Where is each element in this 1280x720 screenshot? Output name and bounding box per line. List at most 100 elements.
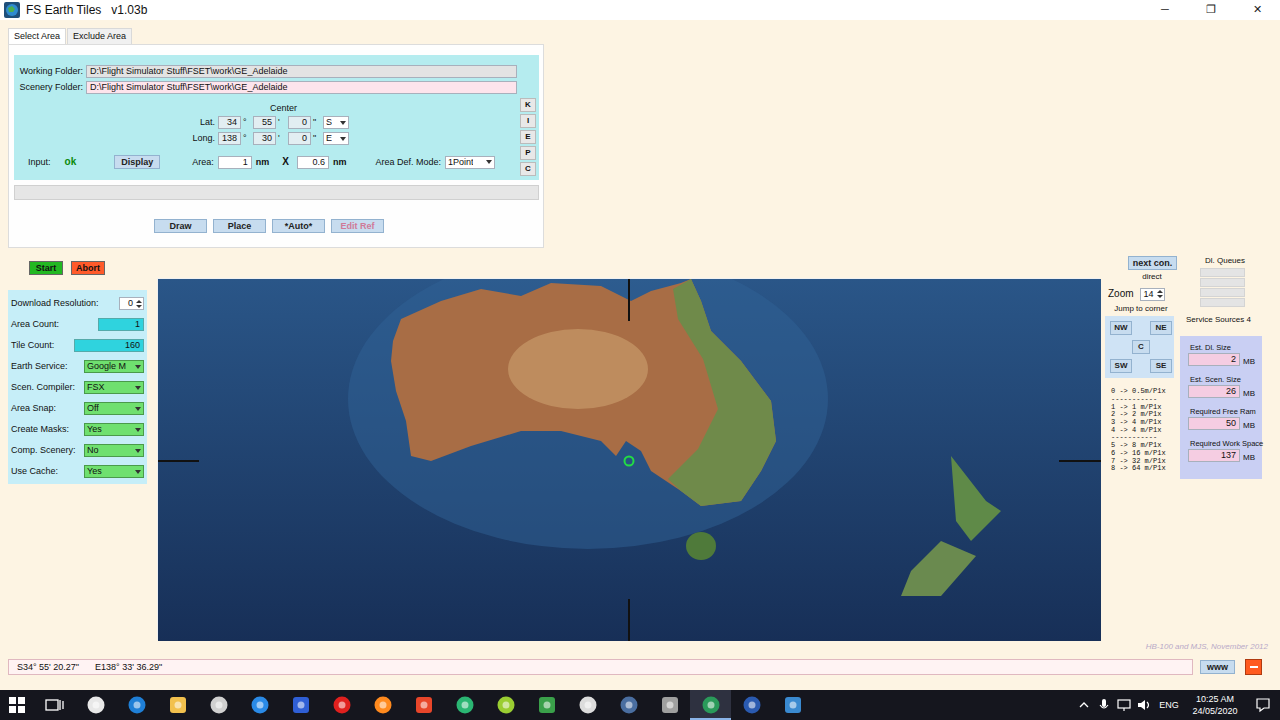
area-width-field[interactable]: 1 — [218, 156, 252, 169]
taskbar-app[interactable] — [608, 690, 649, 720]
taskbar-app[interactable] — [157, 690, 198, 720]
setting-select[interactable]: Yes — [84, 423, 144, 436]
up-arrow-icon[interactable] — [136, 300, 142, 303]
tray-item[interactable] — [1094, 690, 1114, 720]
taskbar-app[interactable] — [444, 690, 485, 720]
app-icon[interactable] — [578, 695, 598, 715]
tray-item[interactable] — [1074, 690, 1094, 720]
letter-button[interactable]: I — [520, 114, 536, 128]
folder-field[interactable]: D:\Flight Simulator Stuff\FSET\work\GE_A… — [86, 65, 517, 78]
letter-button[interactable]: E — [520, 130, 536, 144]
app-icon[interactable] — [455, 695, 475, 715]
run-button[interactable]: Start — [29, 261, 63, 275]
setting-select[interactable]: No — [84, 444, 144, 457]
corner-button[interactable]: SW — [1110, 359, 1132, 373]
count-field[interactable]: 160 — [74, 339, 144, 352]
minimize-button[interactable]: ─ — [1142, 0, 1188, 20]
hemisphere-select[interactable]: E — [323, 132, 349, 145]
letter-button[interactable]: K — [520, 98, 536, 112]
app-icon[interactable] — [127, 695, 147, 715]
sec-field[interactable]: 0 — [288, 116, 311, 129]
dropdown-arrow-icon[interactable] — [135, 449, 141, 453]
taskbar-app[interactable] — [280, 690, 321, 720]
setting-select[interactable]: Off — [84, 402, 144, 415]
deg-field[interactable]: 138 — [218, 132, 241, 145]
dropdown-arrow-icon[interactable] — [135, 407, 141, 411]
dropdown-arrow-icon[interactable] — [135, 428, 141, 432]
estimate-field[interactable]: 2 — [1188, 353, 1240, 366]
taskbar-app[interactable] — [116, 690, 157, 720]
corner-button[interactable]: NE — [1150, 321, 1172, 335]
notification-icon[interactable] — [1255, 697, 1271, 713]
setting-select[interactable]: FSX — [84, 381, 144, 394]
action-button[interactable]: *Auto* — [272, 219, 325, 233]
app-icon[interactable] — [414, 695, 434, 715]
zoom-spinner[interactable]: 14 — [1140, 288, 1165, 301]
app-icon[interactable] — [496, 695, 516, 715]
satellite-map-icon[interactable] — [158, 279, 1101, 641]
app-icon[interactable] — [332, 695, 352, 715]
app-icon[interactable] — [291, 695, 311, 715]
dropdown-arrow-icon[interactable] — [135, 386, 141, 390]
estimate-field[interactable]: 50 — [1188, 417, 1240, 430]
next-connection-button[interactable]: next con. — [1128, 256, 1177, 270]
spinner-arrows-icon[interactable] — [135, 300, 143, 308]
volume-icon[interactable] — [1136, 698, 1152, 712]
start-button[interactable] — [0, 690, 34, 720]
deg-field[interactable]: 34 — [218, 116, 241, 129]
min-field[interactable]: 30 — [253, 132, 276, 145]
spinner-arrows-icon[interactable] — [1156, 290, 1164, 298]
app-icon[interactable] — [660, 695, 680, 715]
minimize-panel-button[interactable] — [1245, 659, 1262, 675]
task-view-button[interactable] — [34, 690, 75, 720]
app-icon[interactable] — [209, 695, 229, 715]
taskbar-app[interactable] — [75, 690, 116, 720]
maximize-button[interactable]: ❐ — [1188, 0, 1234, 20]
min-field[interactable]: 55 — [253, 116, 276, 129]
taskbar-app[interactable] — [567, 690, 608, 720]
area-def-mode-select[interactable]: 1Point — [445, 156, 495, 169]
run-button[interactable]: Abort — [71, 261, 105, 275]
task-view-icon[interactable] — [45, 697, 65, 713]
app-icon[interactable] — [168, 695, 188, 715]
taskbar-app[interactable] — [239, 690, 280, 720]
app-icon[interactable] — [250, 695, 270, 715]
microphone-icon[interactable] — [1098, 698, 1110, 712]
network-icon[interactable] — [1116, 698, 1132, 712]
taskbar-app[interactable] — [649, 690, 690, 720]
taskbar-app[interactable] — [403, 690, 444, 720]
taskbar-app[interactable] — [321, 690, 362, 720]
sec-field[interactable]: 0 — [288, 132, 311, 145]
taskbar-app[interactable] — [690, 690, 731, 720]
dropdown-arrow-icon[interactable] — [486, 160, 492, 164]
app-icon[interactable] — [742, 695, 762, 715]
letter-button[interactable]: P — [520, 146, 536, 160]
taskbar-app[interactable] — [772, 690, 813, 720]
estimate-field[interactable]: 137 — [1188, 449, 1240, 462]
tray-item[interactable] — [1134, 690, 1154, 720]
action-button[interactable]: Place — [213, 219, 266, 233]
app-icon[interactable] — [86, 695, 106, 715]
estimate-field[interactable]: 26 — [1188, 385, 1240, 398]
area-height-field[interactable]: 0.6 — [297, 156, 329, 169]
corner-button[interactable]: C — [1132, 340, 1150, 354]
notifications-button[interactable] — [1246, 690, 1280, 720]
language-indicator[interactable]: ENG — [1154, 690, 1184, 720]
dropdown-arrow-icon[interactable] — [340, 121, 346, 125]
taskbar-app[interactable] — [485, 690, 526, 720]
chevron-up-icon[interactable] — [1078, 699, 1090, 711]
clock[interactable]: 10:25 AM24/05/2020 — [1184, 690, 1246, 720]
down-arrow-icon[interactable] — [136, 305, 142, 308]
taskbar-app[interactable] — [362, 690, 403, 720]
dropdown-arrow-icon[interactable] — [340, 137, 346, 141]
app-icon[interactable] — [537, 695, 557, 715]
app-icon[interactable] — [783, 695, 803, 715]
map[interactable] — [157, 278, 1100, 640]
app-icon[interactable] — [619, 695, 639, 715]
setting-select[interactable]: Yes — [84, 465, 144, 478]
setting-select[interactable]: Google M — [84, 360, 144, 373]
display-button[interactable]: Display — [114, 155, 160, 169]
www-button[interactable]: www — [1200, 660, 1235, 674]
dropdown-arrow-icon[interactable] — [135, 470, 141, 474]
letter-button[interactable]: C — [520, 162, 536, 176]
